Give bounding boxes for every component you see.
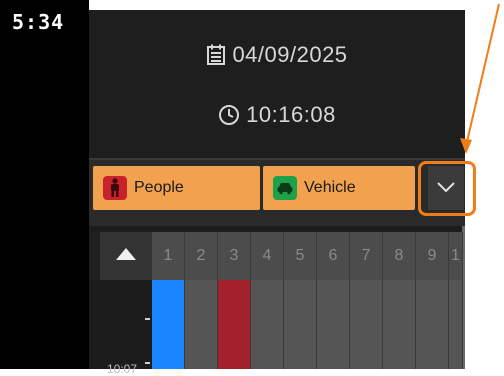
channel-header[interactable]: 3 (218, 232, 251, 280)
channel-header[interactable]: 4 (251, 232, 284, 280)
channel-timeline-grid: 1 2 3 4 5 6 7 8 9 1 10:07 (89, 232, 463, 376)
channel-header[interactable]: 1 (449, 232, 463, 280)
time-axis-label: 10:07 (107, 362, 138, 376)
channel-3-recording[interactable] (218, 280, 251, 369)
channel-header[interactable]: 2 (185, 232, 218, 280)
time-display: 10:16:08 (89, 102, 465, 128)
car-icon (273, 176, 297, 200)
object-filter-bar: People Vehicle (89, 160, 465, 226)
clock-icon (218, 104, 240, 126)
channel-header[interactable]: 1 (152, 232, 185, 280)
person-icon (103, 176, 127, 200)
time-axis (89, 280, 152, 369)
time-text: 10:16:08 (246, 102, 336, 127)
channel-9-recording[interactable] (416, 280, 449, 369)
date-text: 04/09/2025 (232, 42, 348, 67)
date-display: 04/09/2025 (89, 42, 465, 68)
channel-8-recording[interactable] (383, 280, 416, 369)
vehicle-filter-button[interactable]: Vehicle (263, 166, 415, 210)
time-tick (145, 318, 150, 320)
left-video-strip: 5:34 (0, 0, 89, 369)
channel-7-recording[interactable] (350, 280, 383, 369)
channel-6-recording[interactable] (317, 280, 350, 369)
channel-10-recording[interactable] (449, 280, 463, 369)
clock-fragment: 5:34 (12, 10, 65, 34)
vehicle-filter-label: Vehicle (304, 179, 356, 196)
people-filter-label: People (134, 179, 184, 196)
channel-header[interactable]: 7 (350, 232, 383, 280)
time-tick (145, 362, 150, 364)
channel-4-recording[interactable] (251, 280, 284, 369)
channel-1-recording[interactable] (152, 280, 185, 369)
channel-header[interactable]: 8 (383, 232, 416, 280)
scroll-up-button[interactable] (100, 232, 152, 280)
datetime-header: 04/09/2025 10:16:08 (89, 10, 465, 160)
channel-header[interactable]: 6 (317, 232, 350, 280)
triangle-up-icon (116, 247, 136, 265)
channel-header[interactable]: 5 (284, 232, 317, 280)
calendar-icon (206, 44, 226, 66)
people-filter-button[interactable]: People (93, 166, 260, 210)
dropdown-highlight-box (418, 161, 476, 216)
channel-2-recording[interactable] (185, 280, 218, 369)
channel-header[interactable]: 9 (416, 232, 449, 280)
channel-5-recording[interactable] (284, 280, 317, 369)
